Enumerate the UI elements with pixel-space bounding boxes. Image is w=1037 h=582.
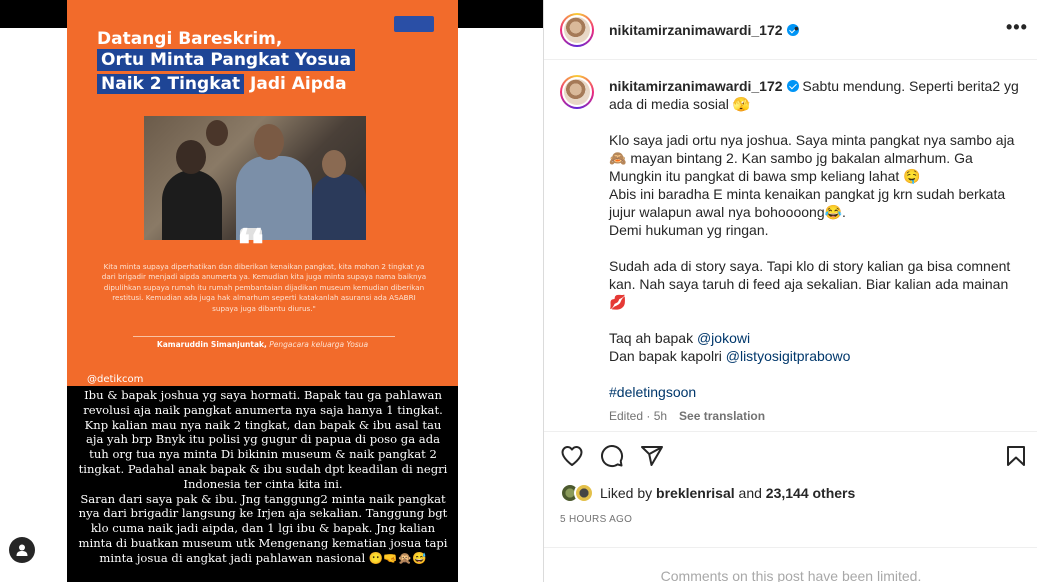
quote-author-name: Kamaruddin Simanjuntak, [156, 340, 267, 349]
post-caption: nikitamirzanimawardi_172 Sabtu mendung. … [609, 78, 1019, 425]
share-icon [641, 446, 663, 466]
post-header: nikitamirzanimawardi_172 • ••• [544, 0, 1037, 60]
caption-line: Demi hukuman yg ringan. [609, 222, 769, 238]
headline-highlight: Naik 2 Tingkat [97, 74, 245, 94]
liker-username-link[interactable]: breklenrisal [656, 485, 735, 501]
like-button[interactable] [560, 444, 584, 468]
post-sidebar: nikitamirzanimawardi_172 • ••• nikitamir… [543, 0, 1037, 582]
mention-link-kapolri[interactable]: @listyosigitprabowo [726, 348, 851, 364]
caption-line: Abis ini baradha E minta kenaikan pangka… [609, 186, 1006, 220]
post-image[interactable]: Datangi Bareskrim, Ortu Minta Pangkat Yo… [67, 0, 458, 582]
story-text-block: Ibu & bapak joshua yg saya hormati. Bapa… [67, 386, 458, 582]
heart-icon [561, 446, 583, 466]
user-icon [16, 544, 28, 556]
post-timestamp[interactable]: 5 HOURS AGO [560, 514, 632, 525]
caption-username-link[interactable]: nikitamirzanimawardi_172 [609, 78, 783, 94]
header-separator: • [794, 20, 799, 36]
bookmark-icon [1007, 446, 1025, 466]
see-translation-link[interactable]: See translation [679, 409, 765, 423]
headline-line-2: Ortu Minta Pangkat Yosua [97, 49, 356, 71]
comment-button[interactable] [600, 444, 624, 468]
hashtag-link[interactable]: #deletingsoon [609, 384, 696, 400]
likes-count-link[interactable]: 23,144 others [766, 485, 856, 501]
comments-area[interactable]: nikitamirzanimawardi_172 Sabtu mendung. … [544, 61, 1037, 431]
news-card: Datangi Bareskrim, Ortu Minta Pangkat Yo… [67, 0, 458, 370]
comments-limited-text: Comments on this post have been limited. [660, 568, 922, 582]
quote-author-role: Pengacara keluarga Yosua [269, 340, 369, 349]
quote-text: Kita minta supaya diperhatikan dan diber… [101, 262, 427, 313]
author-avatar[interactable] [560, 13, 594, 47]
more-options-icon[interactable]: ••• [1006, 18, 1028, 36]
tagged-users-button[interactable] [9, 537, 35, 563]
post-media[interactable]: Datangi Bareskrim, Ortu Minta Pangkat Yo… [0, 0, 543, 582]
headline-rest: Jadi Aipda [250, 74, 347, 94]
headline-line-1: Datangi Bareskrim, [97, 29, 283, 49]
likes-row: Liked by breklenrisal and 23,144 others [560, 483, 1030, 503]
story-paragraph: Ibu & bapak joshua yg saya hormati. Bapa… [78, 388, 448, 491]
caption-avatar[interactable] [560, 75, 594, 109]
quote-mark-icon: ❛❛ [237, 220, 265, 269]
news-logo-badge [394, 16, 434, 32]
share-button[interactable] [640, 444, 664, 468]
media-side-left [0, 28, 67, 582]
story-text: Ibu & bapak joshua yg saya hormati. Bapa… [75, 388, 451, 566]
source-watermark: @detikcom [87, 374, 144, 385]
action-bar [544, 431, 1037, 475]
caption-line: Sudah ada di story saya. Tapi klo di sto… [609, 258, 1011, 310]
quote-divider [133, 336, 395, 337]
headline-line-3: Naik 2 Tingkat Jadi Aipda [97, 73, 347, 95]
comment-icon [601, 445, 624, 468]
story-paragraph: Saran dari saya pak & ibu. Jng tanggung2… [78, 491, 448, 565]
save-button[interactable] [1004, 444, 1028, 468]
comments-limited-notice: Comments on this post have been limited. [544, 547, 1037, 582]
liker-avatar[interactable] [574, 483, 594, 503]
edited-timestamp: Edited · 5h [609, 409, 668, 423]
caption-meta: Edited · 5h See translation [609, 407, 1019, 425]
likes-summary: Liked by breklenrisal and 23,144 others [600, 485, 856, 501]
verified-badge-icon [786, 80, 799, 92]
mention-link-jokowi[interactable]: @jokowi [697, 330, 750, 346]
caption-line: Klo saya jadi ortu nya joshua. Saya mint… [609, 132, 1015, 184]
media-side-right [458, 28, 543, 582]
quote-author: Kamaruddin Simanjuntak, Pengacara keluar… [67, 340, 458, 349]
author-username-link[interactable]: nikitamirzanimawardi_172 [609, 22, 799, 38]
